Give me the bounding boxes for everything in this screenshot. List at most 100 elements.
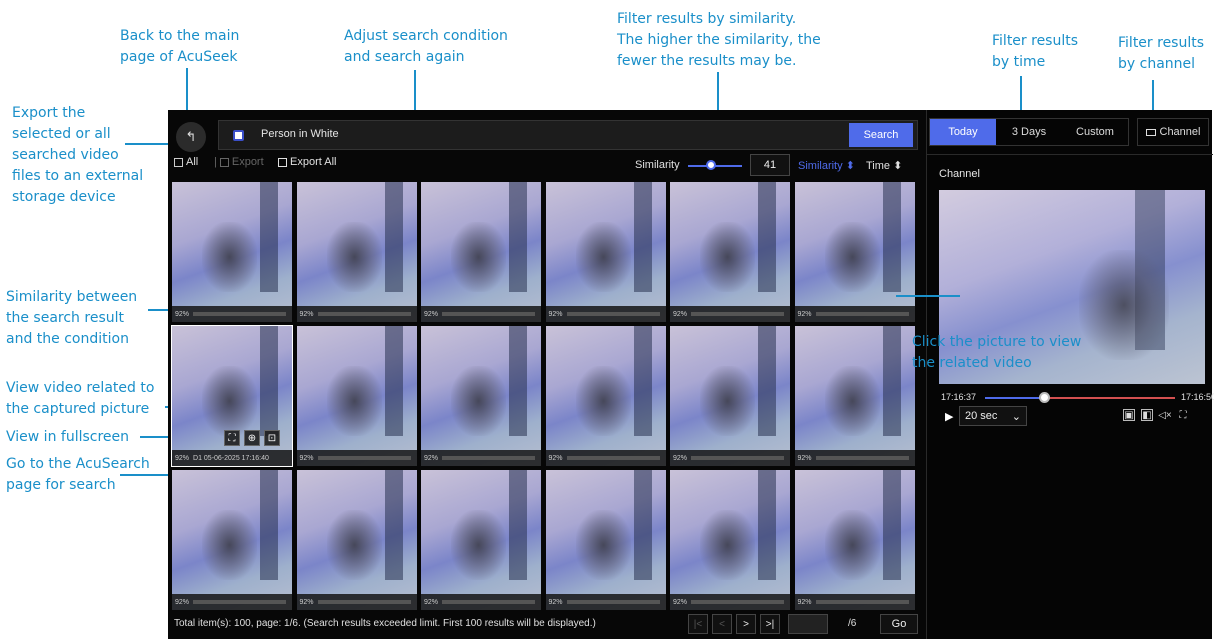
tab-3-days[interactable]: 3 Days xyxy=(996,119,1062,145)
similarity-score: 92% xyxy=(175,598,190,606)
back-button[interactable]: ↰ xyxy=(176,122,206,152)
similarity-score: 92% xyxy=(673,310,688,318)
go-button[interactable]: Go xyxy=(880,614,918,634)
similarity-score: 92% xyxy=(797,310,812,318)
duration-select[interactable]: 20 sec ⌄ xyxy=(959,406,1027,426)
leader-line-preview xyxy=(896,295,960,297)
preview-person xyxy=(1079,250,1169,360)
export-all-icon xyxy=(278,157,287,167)
result-thumbnail[interactable]: 92% xyxy=(545,470,666,610)
capture-info-redacted xyxy=(442,312,535,316)
sort-by-time[interactable]: Time ⬍ xyxy=(866,159,902,172)
thumbnail-caption: 92% xyxy=(794,594,915,610)
playback-handle[interactable] xyxy=(1039,392,1050,403)
last-page-button[interactable]: >| xyxy=(760,614,780,634)
result-thumbnail[interactable]: 92% xyxy=(794,470,915,610)
leader-line-adjust xyxy=(414,70,416,114)
export-all-button[interactable]: Export All xyxy=(278,156,336,168)
thumbnail-background xyxy=(758,470,776,580)
results-summary: Total item(s): 100, page: 1/6. (Search r… xyxy=(174,618,596,629)
result-thumbnail[interactable]: 92% xyxy=(172,470,292,610)
thumbnail-person xyxy=(326,510,382,580)
similarity-score: 92% xyxy=(299,310,314,318)
result-thumbnail[interactable]: 92% xyxy=(670,326,790,466)
annotation-export: Export the selected or all searched vide… xyxy=(12,105,144,205)
time-filter-tabs: Today 3 Days Custom xyxy=(929,118,1129,146)
fullscreen-icon[interactable]: ⛶ xyxy=(1177,409,1189,421)
result-thumbnail[interactable]: 92% xyxy=(296,182,417,322)
capture-info-redacted xyxy=(193,312,286,316)
channel-filter-button[interactable]: Channel xyxy=(1137,118,1209,146)
annotation-adjust: Adjust search condition and search again xyxy=(344,28,508,65)
thumbnail-caption: 92% xyxy=(421,306,541,322)
thumbnail-background xyxy=(758,182,776,292)
divider xyxy=(927,154,1213,155)
thumbnail-caption: 92% xyxy=(545,594,666,610)
page-number-input[interactable] xyxy=(788,614,828,634)
tab-today[interactable]: Today xyxy=(930,119,996,145)
thumbnail-caption: 92% D1 05-06-2025 17:16:40 xyxy=(172,450,292,466)
select-all-checkbox[interactable]: All xyxy=(174,156,198,168)
thumbnail-actions: ⛶ ⊕ ⊡ xyxy=(224,430,280,446)
search-button[interactable]: Search xyxy=(849,123,913,147)
similarity-slider-handle[interactable] xyxy=(706,160,716,170)
capture-info-redacted xyxy=(317,456,411,460)
annotation-view-video: View video related to the captured pictu… xyxy=(6,380,155,417)
similarity-value-input[interactable]: 41 xyxy=(750,154,790,176)
thumbnail-background xyxy=(384,182,403,292)
thumbnail-caption: 92% xyxy=(172,594,292,610)
capture-info-redacted xyxy=(566,312,660,316)
result-thumbnail[interactable]: 92% xyxy=(296,470,417,610)
result-thumbnail[interactable]: 92% xyxy=(545,326,666,466)
result-thumbnail[interactable]: 92% xyxy=(794,326,915,466)
first-page-button[interactable]: |< xyxy=(688,614,708,634)
tab-custom[interactable]: Custom xyxy=(1062,119,1128,145)
clip-icon[interactable]: ◧ xyxy=(1141,409,1153,421)
similarity-score: 92% xyxy=(299,454,314,462)
export-button[interactable]: | Export xyxy=(214,156,264,168)
similarity-score: 92% xyxy=(548,454,563,462)
play-icon[interactable]: ▶ xyxy=(945,410,953,423)
similarity-score: 92% xyxy=(175,310,190,318)
similarity-score: 92% xyxy=(424,454,439,462)
acuseek-results-screen: ↰ Person in White Search All | Export Ex… xyxy=(168,110,1214,639)
result-thumbnail[interactable]: 92% xyxy=(296,326,417,466)
thumbnail-person xyxy=(326,222,382,292)
snapshot-icon[interactable]: ▣ xyxy=(1123,409,1135,421)
thumbnail-person xyxy=(575,510,631,580)
acusearch-icon[interactable]: ⊡ xyxy=(264,430,280,446)
result-thumbnail[interactable]: 92% xyxy=(172,182,292,322)
similarity-score: 92% xyxy=(673,454,688,462)
playback-played xyxy=(985,397,1045,399)
result-thumbnail[interactable]: 92% xyxy=(670,182,790,322)
thumbnail-background xyxy=(882,182,901,292)
search-bar[interactable]: Person in White Search xyxy=(218,120,918,150)
annotation-filter-channel: Filter results by channel xyxy=(1118,35,1205,72)
thumbnail-person xyxy=(575,366,631,436)
play-video-icon[interactable]: ⊕ xyxy=(244,430,260,446)
result-thumbnail[interactable]: 92% xyxy=(421,470,541,610)
mute-icon[interactable]: ◁× xyxy=(1158,409,1172,421)
capture-info-redacted xyxy=(815,456,909,460)
separator: | xyxy=(214,156,217,168)
thumbnail-caption: 92% xyxy=(172,306,292,322)
result-thumbnail[interactable]: 92% xyxy=(670,470,790,610)
thumbnail-background xyxy=(509,470,527,580)
result-thumbnail[interactable]: 92% xyxy=(421,182,541,322)
similarity-label: Similarity xyxy=(635,159,680,171)
fullscreen-icon[interactable]: ⛶ xyxy=(224,430,240,446)
thumbnail-background xyxy=(509,326,527,436)
result-thumbnail[interactable]: 92% xyxy=(421,326,541,466)
thumbnail-background xyxy=(260,182,278,292)
back-arrow-icon: ↰ xyxy=(185,129,197,144)
sort-by-similarity[interactable]: Similarity ⬍ xyxy=(798,159,855,172)
result-thumbnail[interactable]: 92% xyxy=(545,182,666,322)
next-page-button[interactable]: > xyxy=(736,614,756,634)
thumbnail-background xyxy=(633,326,652,436)
previous-page-button[interactable]: < xyxy=(712,614,732,634)
result-thumbnail[interactable]: ⛶ ⊕ ⊡ 92% D1 05-06-2025 17:16:40 xyxy=(171,325,293,467)
result-thumbnail[interactable]: 92% xyxy=(794,182,915,322)
thumbnail-background xyxy=(882,470,901,580)
thumbnail-person xyxy=(575,222,631,292)
similarity-score: 92% xyxy=(299,598,314,606)
